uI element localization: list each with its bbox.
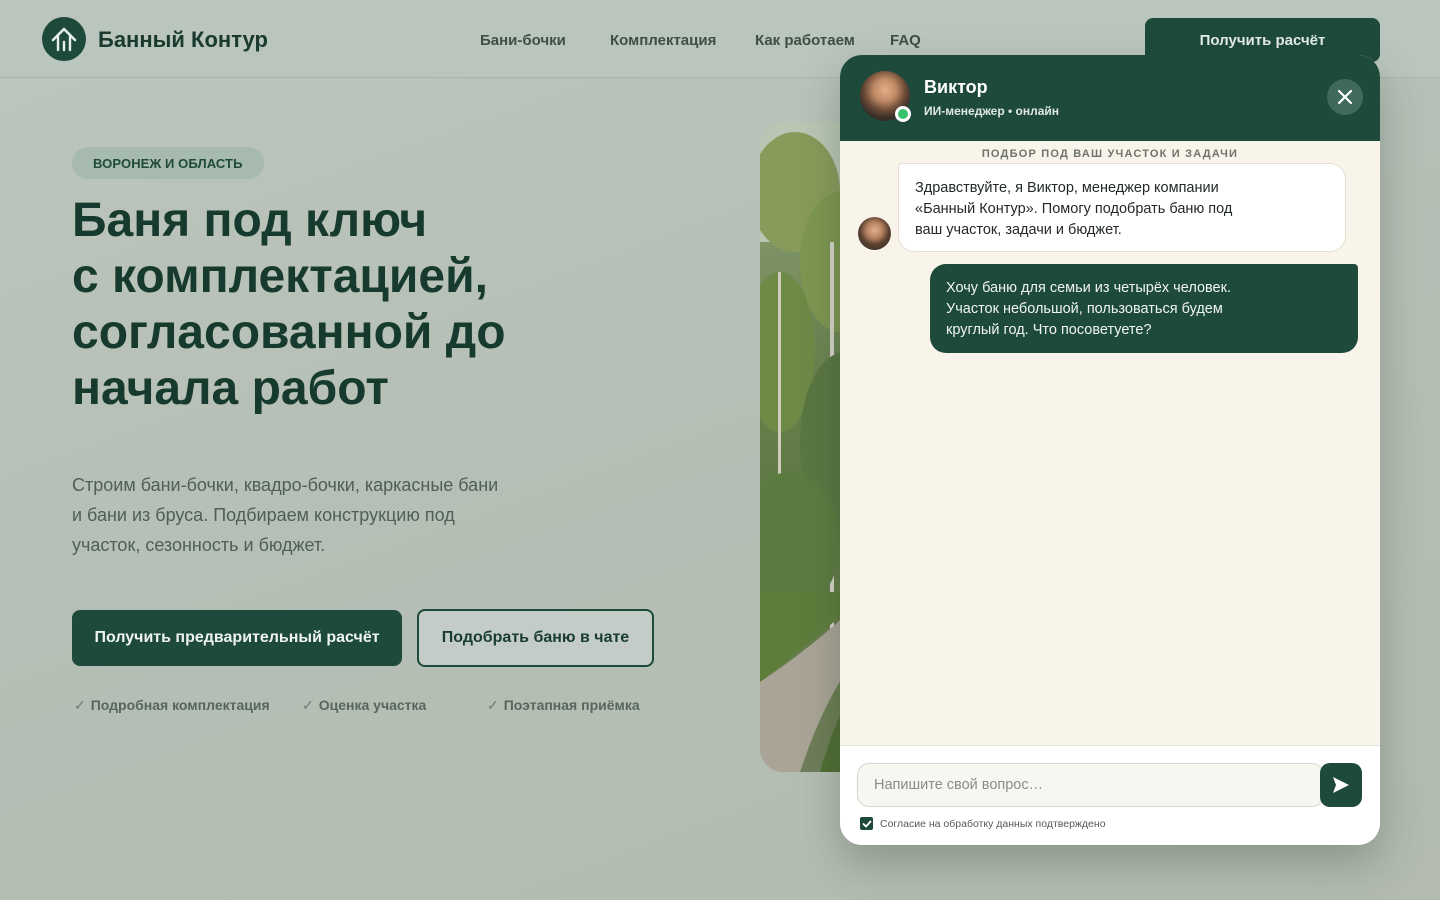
- region-badge: ВОРОНЕЖ И ОБЛАСТЬ: [72, 147, 264, 179]
- check-icon: ✓: [302, 697, 314, 713]
- nav-link-equipment[interactable]: Комплектация: [610, 32, 716, 49]
- consent-label: Согласие на обработку данных подтвержден…: [880, 818, 1106, 830]
- close-chat-button[interactable]: [1327, 79, 1363, 115]
- message-line: Хочу баню для семьи из четырёх человек.: [946, 280, 1231, 296]
- check-icon: ✓: [74, 697, 86, 713]
- nav-link-how-we-work[interactable]: Как работаем: [755, 32, 855, 49]
- feature-label: Оценка участка: [318, 697, 427, 713]
- checkmark-icon: [862, 820, 871, 827]
- feature-item: ✓ Оценка участка: [302, 697, 426, 714]
- message-line: «Банный Контур». Помогу подобрать баню п…: [915, 201, 1233, 217]
- chat-footer: Согласие на обработку данных подтвержден…: [840, 745, 1380, 845]
- online-status-icon: [895, 106, 911, 122]
- hero-title-line: начала работ: [72, 362, 389, 415]
- feature-label: Поэтапная приёмка: [503, 697, 640, 713]
- feature-item: ✓ Подробная комплектация: [74, 697, 270, 714]
- feature-item: ✓ Поэтапная приёмка: [487, 697, 640, 714]
- message-line: круглый год. Что посоветуете?: [946, 322, 1152, 338]
- chat-header: Виктор ИИ-менеджер • онлайн: [840, 55, 1380, 141]
- agent-name: Виктор: [924, 77, 988, 97]
- user-message: Хочу баню для семьи из четырёх человек. …: [930, 264, 1358, 353]
- nav-link-faq[interactable]: FAQ: [890, 32, 921, 49]
- message-line: Здравствуйте, я Виктор, менеджер компани…: [915, 180, 1219, 196]
- choose-in-chat-button[interactable]: Подобрать баню в чате: [417, 609, 654, 667]
- consent-checkbox[interactable]: [860, 817, 873, 830]
- chat-message-input[interactable]: [857, 763, 1324, 807]
- nav-link-barrel-saunas[interactable]: Бани-бочки: [480, 32, 566, 49]
- send-icon: [1333, 777, 1349, 793]
- hero-title-line: согласованной до: [72, 306, 506, 359]
- agent-status: ИИ-менеджер • онлайн: [924, 104, 1060, 118]
- hero-title-line: с комплектацией,: [72, 250, 488, 303]
- hero-title-line: Баня под ключ: [72, 194, 428, 247]
- chat-widget: Виктор ИИ-менеджер • онлайн ПОДБОР ПОД В…: [840, 55, 1380, 845]
- hero-title: Баня под ключ с комплектацией, согласова…: [72, 193, 632, 417]
- brand-name[interactable]: Банный Контур: [98, 27, 268, 53]
- message-line: ваш участок, задачи и бюджет.: [915, 222, 1122, 238]
- close-icon: [1337, 89, 1353, 105]
- send-message-button[interactable]: [1320, 763, 1362, 807]
- feature-label: Подробная комплектация: [90, 697, 270, 713]
- agent-message-avatar: [858, 217, 891, 250]
- preliminary-estimate-button[interactable]: Получить предварительный расчёт: [72, 610, 402, 666]
- agent-message: Здравствуйте, я Виктор, менеджер компани…: [898, 163, 1346, 252]
- logo-house-icon[interactable]: [42, 17, 86, 61]
- hero-subtitle: Строим бани-бочки, квадро-бочки, каркасн…: [72, 475, 499, 555]
- check-icon: ✓: [487, 697, 499, 713]
- message-line: Участок небольшой, пользоваться будем: [946, 301, 1223, 317]
- chat-caption: ПОДБОР ПОД ВАШ УЧАСТОК И ЗАДАЧИ: [981, 148, 1239, 160]
